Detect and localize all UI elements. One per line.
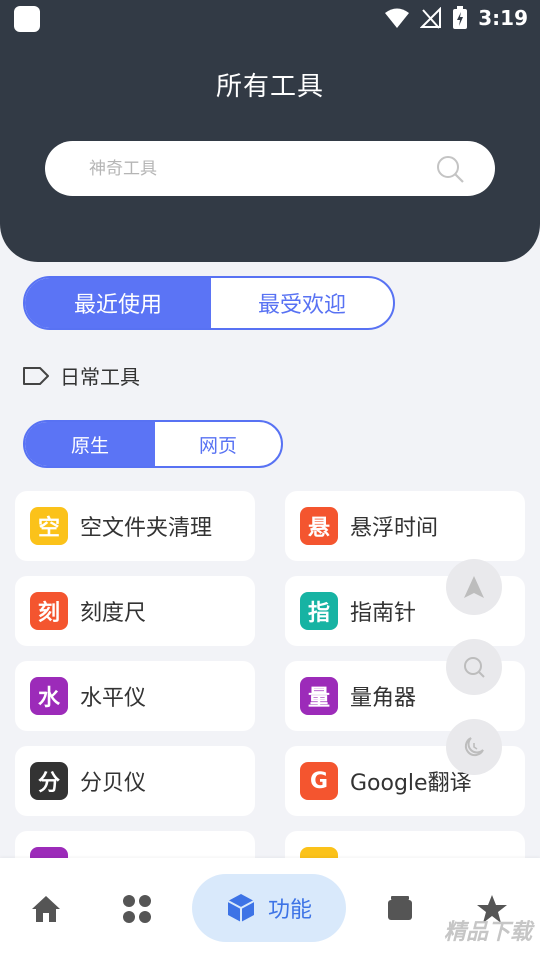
- app-notification-icon: [14, 6, 40, 32]
- search-icon: [464, 657, 485, 678]
- navigation-fab[interactable]: [446, 559, 502, 615]
- tool-card-level[interactable]: 水 水平仪: [15, 661, 255, 731]
- tag-icon: [23, 366, 49, 385]
- tool-card-ruler[interactable]: 刻 刻度尺: [15, 576, 255, 646]
- tool-badge: 悬: [300, 507, 338, 545]
- tool-card-decibel-meter[interactable]: 分 分贝仪: [15, 746, 255, 816]
- home-icon: [32, 896, 60, 922]
- tab-popular[interactable]: 最受欢迎: [211, 278, 393, 328]
- nav-features[interactable]: 功能: [192, 874, 346, 942]
- tool-badge: 指: [300, 592, 338, 630]
- search-icon[interactable]: [435, 154, 465, 184]
- nav-features-label: 功能: [267, 898, 312, 923]
- tab-native[interactable]: 原生: [25, 422, 155, 466]
- section-header: 日常工具: [22, 361, 140, 390]
- tab-recent[interactable]: 最近使用: [25, 278, 211, 328]
- section-title: 日常工具: [60, 365, 140, 389]
- tool-label: 空文件夹清理: [80, 516, 213, 541]
- page-title: 所有工具: [215, 72, 324, 102]
- night-mode-fab[interactable]: [446, 719, 502, 775]
- tool-label: 量角器: [350, 686, 417, 711]
- status-bar: 3:19: [0, 0, 540, 36]
- tool-badge: G: [300, 762, 338, 800]
- tool-label: 悬浮时间: [350, 516, 439, 541]
- tool-label: 水平仪: [80, 686, 147, 711]
- search-fab[interactable]: [446, 639, 502, 695]
- nav-home[interactable]: [16, 858, 76, 960]
- tool-badge: 水: [30, 677, 68, 715]
- battery-charging-icon: [453, 6, 468, 29]
- search-input[interactable]: [89, 141, 419, 196]
- watermark: 精品下载: [443, 920, 532, 945]
- navigation-arrow-icon: [464, 576, 484, 598]
- tool-badge: 空: [30, 507, 68, 545]
- nav-layers[interactable]: [370, 858, 430, 960]
- tool-badge: 分: [30, 762, 68, 800]
- tool-label: 指南针: [350, 601, 417, 626]
- wifi-icon: [385, 8, 410, 28]
- bottom-navigation: 功能 精品下载: [0, 858, 540, 960]
- primary-tab-switch: 最近使用 最受欢迎: [23, 276, 395, 330]
- secondary-tab-switch: 原生 网页: [23, 420, 283, 468]
- tool-badge: 刻: [30, 592, 68, 630]
- night-mode-icon: [464, 737, 484, 757]
- tool-label: Google翻译: [350, 771, 472, 796]
- no-signal-icon: [420, 7, 442, 29]
- feature-cube-icon: [227, 894, 255, 922]
- tab-web[interactable]: 网页: [155, 422, 281, 466]
- clock: 3:19: [478, 6, 528, 30]
- tool-badge: 量: [300, 677, 338, 715]
- layers-icon: [388, 896, 412, 920]
- nav-apps[interactable]: [107, 858, 167, 960]
- header: 3:19 所有工具: [0, 0, 540, 262]
- tool-label: 分贝仪: [80, 771, 147, 796]
- search-bar: [45, 141, 495, 196]
- tool-label: 刻度尺: [80, 601, 147, 626]
- tool-card-floating-time[interactable]: 悬 悬浮时间: [285, 491, 525, 561]
- tool-card-empty-folder-cleaner[interactable]: 空 空文件夹清理: [15, 491, 255, 561]
- apps-grid-icon: [123, 895, 151, 923]
